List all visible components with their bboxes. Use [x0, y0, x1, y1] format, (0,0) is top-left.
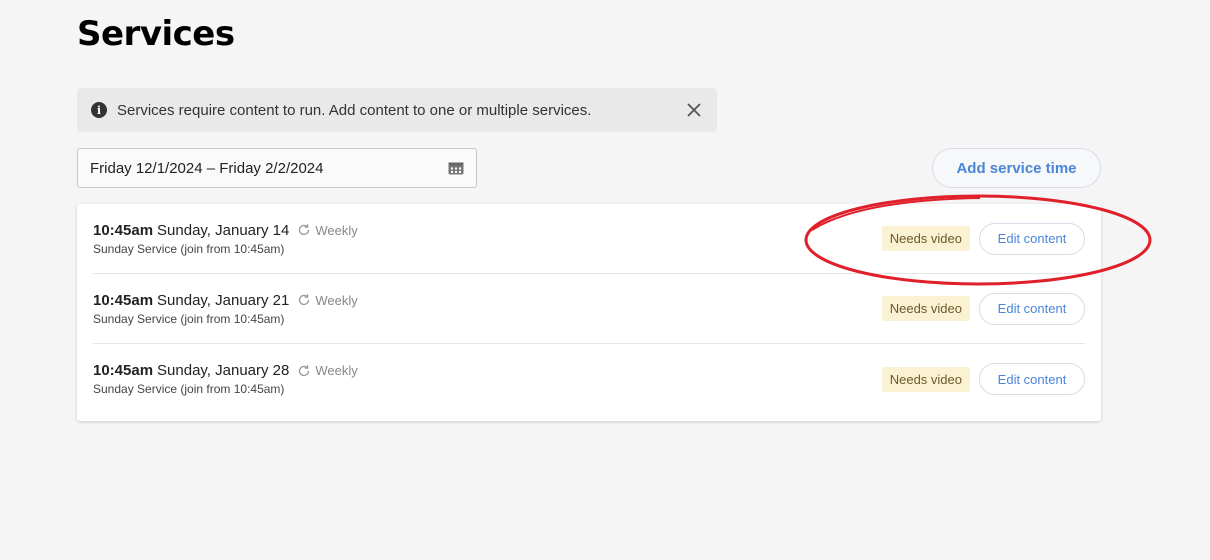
service-info: 10:45am Sunday, January 21 Weekly Sunday… — [93, 292, 882, 326]
service-row: 10:45am Sunday, January 21 Weekly Sunday… — [93, 274, 1085, 344]
recurrence-label: Weekly — [315, 363, 358, 378]
service-subtitle: Sunday Service (join from 10:45am) — [93, 241, 285, 256]
service-date: Sunday, January 21 — [157, 291, 290, 309]
service-date: Sunday, January 28 — [157, 362, 290, 379]
services-page: Services i Services require content to r… — [0, 0, 1210, 560]
service-subtitle: Sunday Service (join from 10:45am) — [93, 311, 285, 326]
service-row: 10:45am Sunday, January 28 Weekly Sunday… — [93, 344, 1085, 414]
service-date: Sunday, January 14 — [157, 221, 290, 239]
repeat-icon — [297, 223, 311, 237]
status-badge: Needs video — [881, 296, 970, 321]
service-time: 10:45am — [93, 362, 154, 379]
service-heading: 10:45am Sunday, January 21 Weekly — [93, 292, 882, 309]
service-heading: 10:45am Sunday, January 28 Weekly — [93, 362, 882, 379]
repeat-icon — [297, 293, 311, 307]
calendar-icon[interactable] — [448, 161, 464, 175]
service-time: 10:45am — [93, 291, 154, 309]
status-badge: Needs video — [881, 366, 970, 392]
service-subtitle: Sunday Service (join from 10:45am) — [93, 382, 285, 396]
date-range-value: Friday 12/1/2024 – Friday 2/2/2024 — [90, 159, 324, 177]
add-service-time-button[interactable]: Add service time — [932, 148, 1101, 188]
date-range-input[interactable]: Friday 12/1/2024 – Friday 2/2/2024 — [77, 148, 477, 188]
edit-content-button[interactable]: Edit content — [979, 222, 1085, 255]
service-info: 10:45am Sunday, January 28 Weekly Sunday… — [93, 362, 882, 396]
close-icon[interactable] — [685, 101, 703, 119]
service-time: 10:45am — [93, 221, 154, 239]
notice-text: Services require content to run. Add con… — [117, 101, 592, 119]
recurrence-label: Weekly — [315, 222, 358, 238]
service-list: 10:45am Sunday, January 14 Weekly Sunday… — [77, 204, 1101, 421]
info-icon: i — [91, 102, 107, 118]
service-row: 10:45am Sunday, January 14 Weekly Sunday… — [93, 204, 1085, 274]
service-heading: 10:45am Sunday, January 14 Weekly — [93, 222, 882, 239]
repeat-icon — [297, 364, 311, 378]
status-badge: Needs video — [881, 226, 970, 251]
recurrence-label: Weekly — [315, 292, 358, 308]
edit-content-button[interactable]: Edit content — [979, 292, 1085, 325]
service-info: 10:45am Sunday, January 14 Weekly Sunday… — [93, 222, 882, 256]
page-title: Services — [77, 14, 235, 54]
info-notice: i Services require content to run. Add c… — [77, 88, 717, 132]
edit-content-button[interactable]: Edit content — [979, 363, 1085, 395]
